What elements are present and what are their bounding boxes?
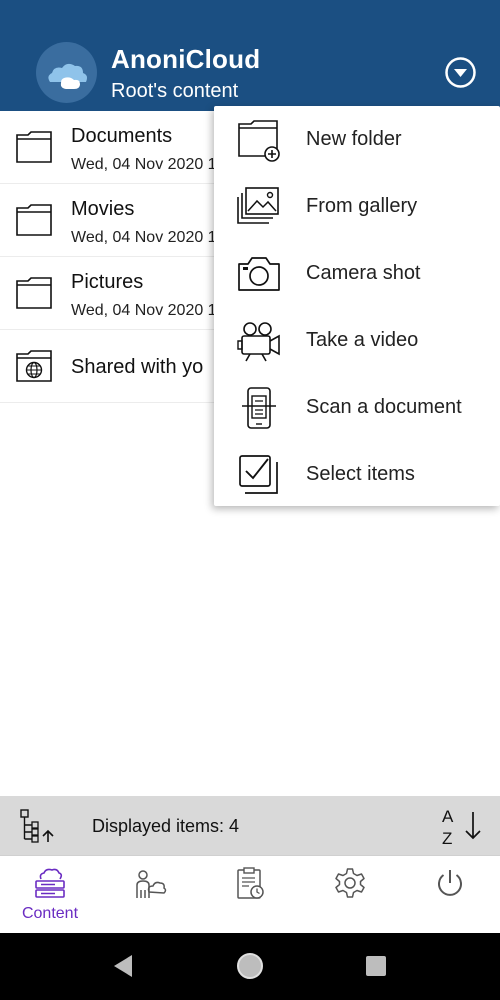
menu-item-camera-shot[interactable]: Camera shot [214, 240, 500, 306]
sort-a-label: A [442, 807, 454, 826]
item-date: Wed, 04 Nov 2020 1 [71, 302, 217, 319]
recents-button[interactable] [361, 951, 391, 981]
user-cloud-icon [136, 870, 167, 898]
app-header: AnoniCloud Root's content [0, 0, 500, 111]
camera-icon [238, 257, 280, 291]
displayed-items-count: Displayed items: 4 [92, 816, 240, 836]
folder-icon [16, 277, 52, 309]
shared-folder-icon [16, 350, 52, 382]
menu-item-new-folder[interactable]: New folder [214, 106, 500, 172]
item-date: Wed, 04 Nov 2020 1 [71, 229, 217, 246]
bottom-navigation: Content [0, 855, 500, 933]
item-name: Movies [71, 198, 135, 220]
gear-icon [335, 868, 365, 898]
item-date: Wed, 04 Nov 2020 1 [71, 156, 217, 173]
menu-item-label: From gallery [306, 195, 418, 217]
select-items-icon [239, 455, 278, 494]
nav-logout[interactable] [400, 856, 500, 934]
cloud-storage-icon [35, 868, 65, 898]
item-name: Shared with yo [71, 356, 204, 378]
menu-item-select-items[interactable]: Select items [214, 441, 500, 507]
menu-item-label: Take a video [306, 329, 419, 351]
clipboard-clock-icon [237, 867, 264, 899]
sort-button[interactable]: A Z [438, 804, 488, 848]
folder-tree-up-icon [20, 809, 54, 843]
menu-item-label: Scan a document [306, 396, 462, 418]
menu-item-take-video[interactable]: Take a video [214, 307, 500, 373]
power-icon [438, 870, 462, 896]
nav-settings[interactable] [300, 856, 400, 934]
back-triangle-icon [114, 955, 132, 977]
status-bar: Displayed items: 4 A Z [0, 796, 500, 855]
item-name: Pictures [71, 271, 144, 293]
folder-icon [16, 204, 52, 236]
app-title: AnoniCloud [111, 44, 261, 74]
app-subtitle: Root's content [111, 80, 239, 102]
app-logo-icon [36, 42, 97, 103]
nav-content[interactable]: Content [0, 856, 100, 934]
item-name: Documents [71, 125, 173, 147]
menu-item-label: Camera shot [306, 262, 421, 284]
home-button[interactable] [235, 951, 265, 981]
sort-az-icon: A Z [442, 807, 481, 848]
video-camera-icon [237, 322, 280, 362]
add-menu: New folder From gallery Camera shot Take… [214, 106, 500, 506]
menu-item-scan-document[interactable]: Scan a document [214, 374, 500, 440]
scan-document-icon [242, 387, 276, 429]
home-circle-icon [237, 953, 263, 979]
recents-square-icon [366, 956, 386, 976]
header-dropdown-button[interactable] [444, 56, 477, 89]
menu-item-label: Select items [306, 463, 415, 485]
folder-tree-up-button[interactable] [18, 808, 60, 844]
menu-item-from-gallery[interactable]: From gallery [214, 173, 500, 239]
system-navigation-bar [0, 933, 500, 1000]
gallery-icon [237, 187, 279, 224]
chevron-down-circle-icon [445, 57, 476, 88]
folder-icon [16, 131, 52, 163]
back-button[interactable] [110, 951, 140, 981]
sort-z-label: Z [442, 829, 452, 846]
nav-history[interactable] [200, 856, 300, 934]
menu-item-label: New folder [306, 128, 402, 150]
nav-content-label: Content [21, 905, 79, 922]
nav-account[interactable] [100, 856, 200, 934]
new-folder-icon [238, 120, 280, 162]
